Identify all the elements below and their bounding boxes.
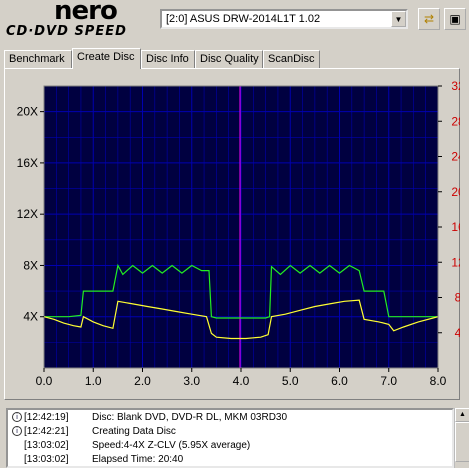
y-right-tick-label: 32 [451,79,460,93]
nero-logo: nero CD·DVD SPEED [6,0,156,44]
log-time: [12:42:21] [24,426,69,437]
refresh-icon: ⇄ [423,12,435,26]
x-tick-label: 6.0 [331,374,348,388]
info-icon: i [12,426,22,437]
x-tick-label: 5.0 [282,374,299,388]
x-tick-label: 0.0 [36,374,53,388]
log-time: [13:03:02] [24,454,69,465]
x-tick-label: 8.0 [430,374,447,388]
y-right-tick-label: 8 [455,291,460,305]
logo-subtitle: CD·DVD SPEED [6,24,127,39]
tab-benchmark[interactable]: Benchmark [4,50,72,68]
x-tick-label: 7.0 [380,374,397,388]
drive-select[interactable]: [2:0] ASUS DRW-2014L1T 1.02 ▼ [160,9,408,29]
y-right-tick-label: 24 [451,150,460,164]
chevron-down-icon[interactable]: ▼ [391,11,406,27]
x-axis: 0.0 1.0 2.0 3.0 4.0 5.0 6.0 7.0 8.0 [36,368,447,388]
tab-scandisc[interactable]: ScanDisc [263,50,320,68]
save-icon: ▣ [449,12,461,26]
tab-create-disc[interactable]: Create Disc [72,48,141,69]
drive-select-value: [2:0] ASUS DRW-2014L1T 1.02 [166,13,321,25]
y-left-tick-label: 20X [17,105,38,119]
log-row: i [12:42:19] Disc: Blank DVD, DVD-R DL, MK… [12,411,287,425]
refresh-button[interactable]: ⇄ [418,8,440,30]
log-row: i[13:03:02]Speed:4-4X Z-CLV (5.95X avera… [12,439,250,453]
x-tick-label: 2.0 [134,374,151,388]
y-left-tick-label: 16X [17,156,38,170]
y-left-axis: 4X 8X 12X 16X 20X [17,105,44,324]
y-left-tick-label: 12X [17,207,38,221]
log-text: Disc: Blank DVD, DVD-R DL, MKM 03RD30 [92,412,288,423]
y-left-tick-label: 4X [23,310,38,324]
scroll-up-icon[interactable]: ▲ [455,408,469,422]
scroll-thumb[interactable] [455,422,469,462]
tab-disc-quality[interactable]: Disc Quality [195,50,263,68]
y-right-tick-label: 12 [451,255,460,269]
log-text: Speed:4-4X Z-CLV (5.95X average) [92,440,251,451]
log-text: Creating Data Disc [92,426,176,437]
logo-brand-text: nero [54,0,118,26]
log-scrollbar[interactable]: ▲ [454,408,469,468]
tab-disc-info[interactable]: Disc Info [141,50,195,68]
y-right-tick-label: 4 [455,326,460,340]
y-right-tick-label: 20 [451,185,460,199]
save-button[interactable]: ▣ [444,8,466,30]
x-tick-label: 4.0 [233,374,250,388]
log-time: [13:03:02] [24,440,69,451]
speed-chart: 4X 8X 12X 16X 20X 4 8 12 16 20 24 28 32 0.0 1.0 2.0 3.… [17,79,460,388]
x-tick-label: 3.0 [183,374,200,388]
info-icon: i [12,412,22,423]
x-tick-label: 1.0 [85,374,102,388]
y-right-axis: 4 8 12 16 20 24 28 32 [438,79,460,340]
log-text: Elapsed Time: 20:40 [92,454,184,465]
log-row: i[13:03:02]Elapsed Time: 20:40 [12,453,183,467]
log-time: [12:42:19] [24,412,69,423]
log-row: i [12:42:21] Creating Data Disc [12,425,176,439]
y-right-tick-label: 28 [451,114,460,128]
y-left-tick-label: 8X [23,258,38,272]
y-right-tick-label: 16 [451,220,460,234]
log-list[interactable]: i [12:42:19] Disc: Blank DVD, DVD-R DL, MK… [6,408,454,468]
